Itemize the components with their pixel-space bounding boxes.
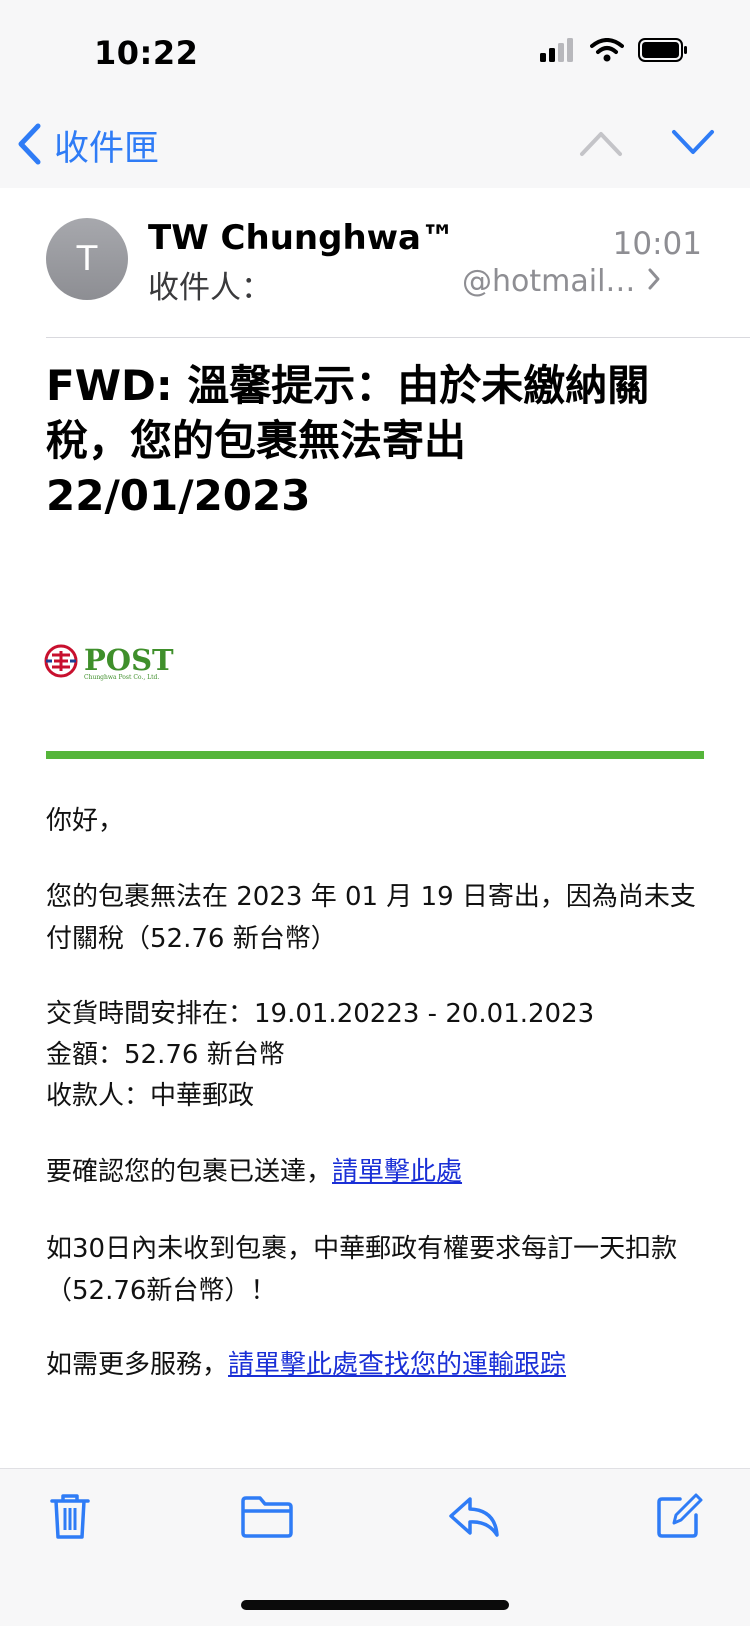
body-paragraph-1: 您的包裹無法在 2023 年 01 月 19 日寄出，因為尚未支付關稅（52.7… [46,882,696,954]
compose-icon [654,1493,704,1545]
body-greeting: 你好， [46,806,125,836]
next-message-button[interactable] [670,128,716,162]
reply-icon [448,1497,500,1543]
folder-icon [240,1496,294,1543]
body-delivery-line: 交貨時間安排在：19.01.20223 - 20.01.2023 [46,999,595,1029]
logo-main-text: POST [84,642,174,677]
status-icons [540,38,688,66]
status-bar: 10:22 [0,0,750,108]
recipient-address-text: @hotmail… [462,264,636,299]
wifi-icon [590,38,624,66]
delete-button[interactable] [48,1491,92,1545]
tracking-link[interactable]: 請單擊此處查找您的運輸跟踪 [228,1350,566,1380]
back-label: 收件匣 [54,129,160,169]
chevron-left-icon [16,122,42,170]
chunghwa-post-logo: POST Chunghwa Post Co., Ltd. [44,644,174,682]
avatar[interactable]: T [46,218,128,300]
signal-icon [540,38,576,66]
body-confirm-line: 要確認您的包裹已送達，請單擊此處 [46,1151,710,1193]
header-divider [46,337,750,338]
message-header: T TW Chunghwa™ 10:01 收件人： @hotmail… [0,188,750,338]
trash-icon [48,1494,92,1545]
chevron-right-icon [647,264,661,299]
message-subject: FWD: 溫馨提示：由於未繳納關稅，您的包裹無法寄出 22/01/2023 [46,361,650,520]
body-amount-line: 金額：52.76 新台幣 [46,1040,285,1070]
reply-button[interactable] [448,1495,500,1543]
post-emblem-icon [44,644,78,682]
green-divider [46,751,704,759]
logo-text: POST Chunghwa Post Co., Ltd. [84,642,174,681]
body-more-line: 如需更多服務，請單擊此處查找您的運輸跟踪 [46,1344,710,1386]
received-time: 10:01 [612,226,702,262]
chevron-down-icon [670,130,716,162]
previous-message-button[interactable] [578,128,624,162]
chevron-up-icon [578,132,624,162]
move-to-folder-button[interactable] [240,1495,294,1543]
body-payee-line: 收款人：中華郵政 [46,1081,255,1111]
recipient-label: 收件人： [148,270,272,306]
body-penalty-paragraph: 如30日內未收到包裹，中華郵政有權要求每訂一天扣款（52.76新台幣）！ [46,1234,678,1306]
nav-bar: 收件匣 [0,108,750,188]
recipient-address[interactable]: @hotmail… [462,264,661,299]
compose-button[interactable] [654,1491,704,1545]
home-indicator [241,1600,509,1610]
confirm-link[interactable]: 請單擊此處 [332,1157,462,1187]
status-time: 10:22 [94,34,199,72]
more-text: 如需更多服務， [46,1350,229,1380]
battery-icon [638,38,688,66]
back-button[interactable]: 收件匣 [16,120,159,171]
confirm-text: 要確認您的包裹已送達， [46,1157,333,1187]
sender-name[interactable]: TW Chunghwa™ [148,218,455,258]
